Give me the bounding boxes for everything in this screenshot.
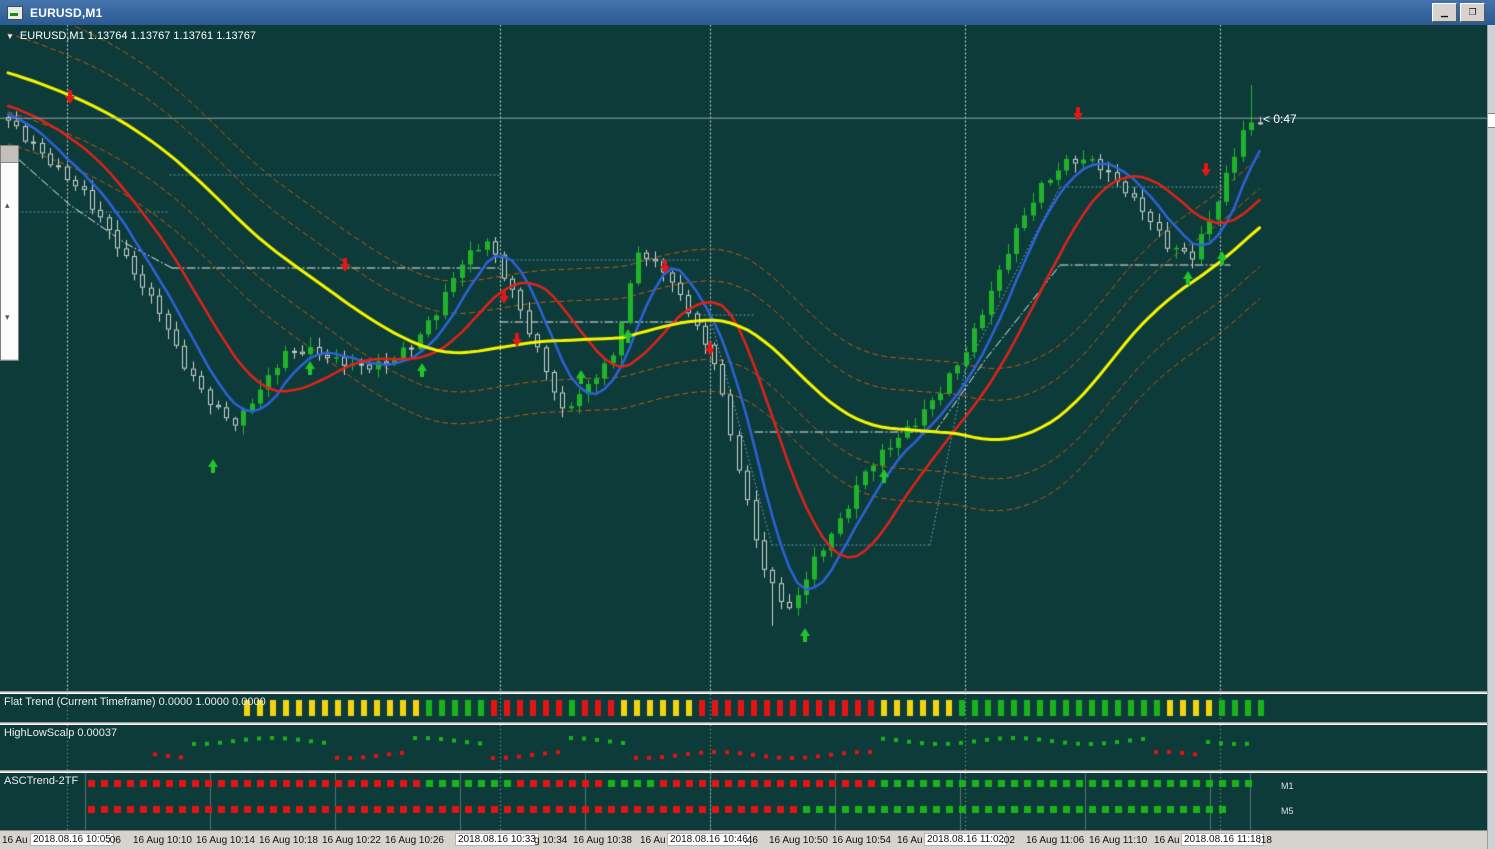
price-marker (1488, 113, 1495, 128)
scroll-up-icon[interactable]: ▴ (5, 201, 10, 210)
time-label: 16 Aug 10:50 (769, 835, 828, 846)
asctrend-label: ASCTrend-2TF (4, 775, 79, 787)
left-edge-scrollbar[interactable]: ▴ ▾ (0, 145, 19, 361)
titlebar-buttons: ▁ ❐ (1432, 3, 1491, 22)
symbol-info: ▼ EURUSD,M1 1.13764 1.13767 1.13761 1.13… (6, 30, 256, 42)
asctrend-m5-label: M5 (1281, 806, 1294, 816)
time-label: 16 Aug 10:14 (196, 835, 255, 846)
scrollbar-button[interactable] (1, 146, 18, 163)
time-label-highlighted: 2018.08.16 10:05 (30, 833, 114, 846)
time-label-highlighted: 2018.08.16 10:33 (455, 833, 539, 846)
restore-button[interactable]: ❐ (1460, 3, 1485, 22)
minimize-icon: ▁ (1441, 7, 1448, 17)
asctrend-m1-label: M1 (1281, 781, 1294, 791)
dropdown-arrow-icon: ▼ (6, 31, 14, 41)
highlowscalp-label: HighLowScalp 0.00037 (4, 727, 118, 739)
restore-icon: ❐ (1468, 7, 1477, 17)
candle-countdown: < 0:47 (1263, 112, 1297, 126)
right-scrollbar[interactable] (1487, 25, 1495, 849)
highlowscalp-pane[interactable]: HighLowScalp 0.00037 (0, 725, 1488, 770)
time-label: 16 Aug 10:10 (133, 835, 192, 846)
time-label: 16 Aug 10:18 (259, 835, 318, 846)
time-label-highlighted: 2018.08.16 11:02 (924, 833, 1008, 846)
flat-trend-label: Flat Trend (Current Timeframe) 0.0000 1.… (4, 696, 266, 708)
time-label: :02 (1001, 835, 1015, 846)
time-label: 16 Au (897, 835, 923, 846)
asctrend-pane[interactable]: ASCTrend-2TF M1 M5 (0, 773, 1488, 830)
title-bar[interactable]: EURUSD,M1 ▁ ❐ (0, 0, 1495, 25)
time-label: :46 (744, 835, 758, 846)
minimize-button[interactable]: ▁ (1432, 3, 1457, 22)
scrollbar-track[interactable]: ▴ ▾ (1, 163, 18, 359)
chart-icon (7, 5, 23, 20)
time-label: :18 (1258, 835, 1272, 846)
time-label: 16 Aug 11:06 (1026, 835, 1085, 846)
time-axis[interactable]: 16 Au 2018.08.16 10:05:06 16 Aug 10:10 16 A… (0, 830, 1495, 849)
asctrend-canvas (0, 773, 1488, 830)
time-label-highlighted: 2018.08.16 11:18 (1181, 833, 1265, 846)
time-label: 16 Au (1154, 835, 1180, 846)
window-title: EURUSD,M1 (30, 5, 103, 20)
time-label: 16 Aug 10:38 (573, 835, 632, 846)
time-label: 16 Aug 10:22 (322, 835, 381, 846)
time-label: 16 Aug 11:10 (1089, 835, 1148, 846)
time-label: 16 Au (2, 835, 28, 846)
time-label: 16 Aug 10:54 (832, 835, 891, 846)
time-label: 16 Au (640, 835, 666, 846)
flat-trend-pane[interactable]: Flat Trend (Current Timeframe) 0.0000 1.… (0, 694, 1488, 722)
time-label: :06 (107, 835, 121, 846)
time-label-highlighted: 2018.08.16 10:46 (667, 833, 751, 846)
scroll-down-icon[interactable]: ▾ (5, 313, 10, 322)
ohlc-quote: EURUSD,M1 1.13764 1.13767 1.13761 1.1376… (19, 30, 256, 42)
main-chart-pane[interactable]: ▼ EURUSD,M1 1.13764 1.13767 1.13761 1.13… (0, 25, 1488, 691)
time-label: 16 Aug 10:26 (385, 835, 444, 846)
time-label: g 10:34 (534, 835, 568, 846)
highlowscalp-canvas (0, 725, 1488, 770)
mt4-window: EURUSD,M1 ▁ ❐ ▼ EURUSD,M1 1.13764 1.1376… (0, 0, 1495, 849)
